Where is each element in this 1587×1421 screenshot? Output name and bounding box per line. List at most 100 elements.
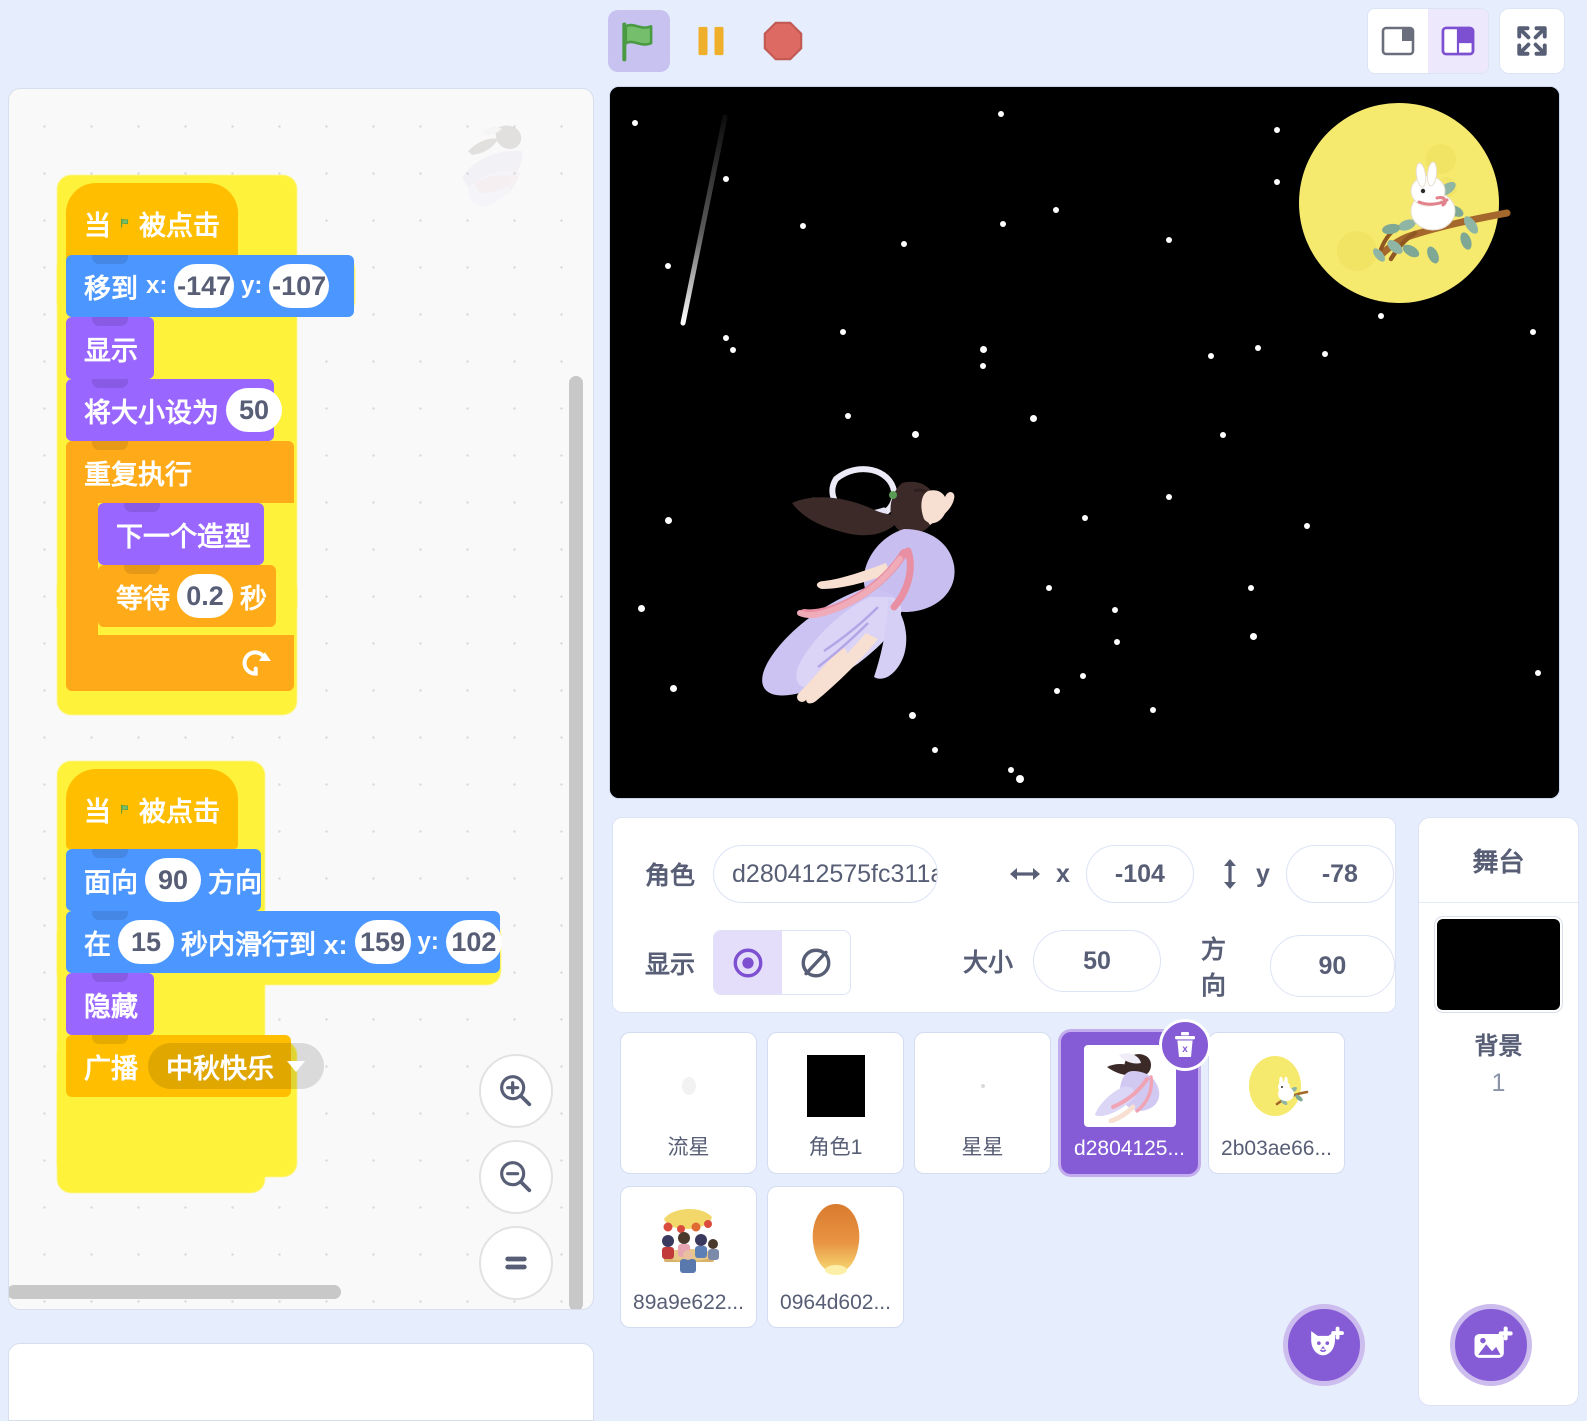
stage-panel-title: 舞台 [1419, 818, 1578, 903]
block-label-clicked: 被点击 [139, 210, 220, 241]
block-goto-xy[interactable]: 移到 x: -147 y: -107 [66, 255, 354, 317]
stage[interactable] [609, 86, 1560, 799]
direction-input[interactable]: 90 [1269, 935, 1395, 997]
meteor-thumb-icon [681, 1077, 696, 1095]
green-flag-icon [622, 22, 653, 62]
playback-controls [608, 10, 814, 72]
block-broadcast[interactable]: 广播 中秋快乐 [66, 1035, 324, 1097]
add-backdrop-button[interactable] [1450, 1304, 1532, 1386]
horizontal-arrows-icon [1010, 868, 1040, 880]
sprite-name-input[interactable]: d280412575fc311a... [713, 845, 939, 903]
x-input[interactable]: -104 [1085, 845, 1194, 903]
input-glide-x[interactable]: 159 [354, 920, 411, 964]
lantern-thumb-icon [812, 1204, 859, 1275]
sprite-name-label: 星星 [961, 1136, 1004, 1159]
green-flag-button[interactable] [608, 10, 670, 72]
block-when-flag-clicked-1[interactable]: 当 被点击 [66, 183, 238, 263]
stage-canvas[interactable] [610, 87, 1559, 798]
vertical-arrows-icon [1224, 859, 1236, 889]
star [665, 517, 672, 524]
input-glide-secs[interactable]: 15 [118, 920, 174, 964]
sprite-card-meteor[interactable]: 流星 [620, 1032, 757, 1174]
sprite-name-label: 角色1 [808, 1136, 863, 1159]
input-goto-x[interactable]: -147 [174, 264, 234, 308]
star [632, 120, 638, 126]
green-flag-icon [121, 804, 129, 814]
sprite-label: 角色 [645, 862, 696, 890]
sprite-name-row: 角色 d280412575fc311a... [645, 845, 939, 903]
sprite-card-moon[interactable]: 2b03ae66... [1208, 1032, 1345, 1174]
code-workspace[interactable]: 当 被点击 移到 x: -147 y: -107 显示 将大小设为 50 重复执… [8, 88, 594, 1310]
pause-button[interactable] [680, 10, 742, 72]
block-label-wait: 等待 [116, 583, 170, 614]
input-glide-y[interactable]: 102 [445, 920, 502, 964]
stop-octagon-icon [763, 21, 803, 61]
sprite-x-row: x -104 [1008, 845, 1194, 903]
star [932, 747, 938, 753]
block-label-show: 显示 [84, 335, 138, 366]
input-direction[interactable]: 90 [145, 858, 201, 902]
sprite-card-fairy[interactable]: x d2804125... [1061, 1019, 1211, 1174]
block-when-flag-clicked-2[interactable]: 当 被点击 [66, 769, 238, 849]
sprite-thumbnail [643, 1199, 735, 1281]
workspace-zoom-controls [479, 1054, 553, 1300]
block-set-size[interactable]: 将大小设为 50 [66, 379, 282, 441]
equals-icon [505, 1256, 527, 1270]
add-sprite-button[interactable] [1283, 1304, 1365, 1386]
workspace-horizontal-scrollbar[interactable] [9, 1285, 341, 1299]
input-wait-seconds[interactable]: 0.2 [177, 574, 233, 618]
star [1535, 670, 1541, 676]
size-input[interactable]: 50 [1033, 930, 1162, 992]
star [980, 346, 987, 353]
hide-sprite-button[interactable] [782, 931, 850, 994]
y-input[interactable]: -78 [1285, 845, 1394, 903]
zoom-in-button[interactable] [479, 1054, 553, 1128]
star [1248, 585, 1254, 591]
sprite-thumbnail [1231, 1045, 1323, 1127]
input-set-size[interactable]: 50 [226, 388, 282, 432]
block-glide-xy[interactable]: 在 15 秒内滑行到 x: 159 y: 102 [66, 911, 502, 973]
block-label-set-size: 将大小设为 [84, 397, 219, 428]
block-show[interactable]: 显示 [66, 317, 154, 379]
small-stage-button[interactable] [1368, 9, 1428, 73]
zoom-out-button[interactable] [479, 1140, 553, 1214]
star [1322, 351, 1328, 357]
block-point-direction[interactable]: 面向 90 方向 [66, 849, 262, 911]
eye-slash-icon [801, 948, 831, 977]
show-sprite-button[interactable] [714, 931, 783, 994]
zoom-reset-button[interactable] [479, 1226, 553, 1300]
block-forever[interactable]: 重复执行 下一个造型 等待 0.2 秒 [66, 441, 294, 691]
block-label-point: 面向 [84, 867, 138, 898]
sprite-direction-row: 方向 90 [1201, 930, 1395, 1002]
fullscreen-button[interactable] [1499, 8, 1565, 74]
large-stage-button[interactable] [1428, 9, 1488, 73]
input-goto-y[interactable]: -107 [269, 264, 329, 308]
backdrop-thumbnail[interactable] [1435, 917, 1562, 1012]
sprite-panel: 角色 d280412575fc311a... x -104 y [609, 817, 1399, 1406]
delete-sprite-button[interactable]: x [1159, 1019, 1211, 1071]
fairy-sprite[interactable] [718, 447, 988, 717]
green-flag-icon [121, 218, 129, 228]
block-wait[interactable]: 等待 0.2 秒 [98, 565, 276, 627]
star [980, 363, 986, 369]
zoom-out-icon [500, 1161, 532, 1193]
sprite-info-card: 角色 d280412575fc311a... x -104 y [612, 817, 1396, 1013]
stop-button[interactable] [752, 10, 814, 72]
star [1008, 767, 1014, 773]
star [1378, 313, 1384, 319]
dropdown-broadcast-message[interactable]: 中秋快乐 [148, 1043, 324, 1089]
star [1114, 639, 1120, 645]
sprite-watermark [462, 125, 523, 207]
block-label-when-2: 当 [84, 796, 111, 827]
sprite-card-family[interactable]: 89a9e622... [620, 1186, 757, 1328]
forever-bottom-arm [66, 635, 294, 691]
sprite-thumbnail [643, 1045, 735, 1127]
sprite-card-lantern[interactable]: 0964d602... [767, 1186, 904, 1328]
trash-icon: x [1175, 1032, 1195, 1057]
workspace-vertical-scrollbar[interactable] [569, 376, 583, 1309]
block-next-costume[interactable]: 下一个造型 [98, 503, 264, 565]
star [1530, 329, 1536, 335]
block-hide[interactable]: 隐藏 [66, 973, 154, 1035]
sprite-card-star[interactable]: 星星 [914, 1032, 1051, 1174]
sprite-card-jiaose1[interactable]: 角色1 [767, 1032, 904, 1174]
